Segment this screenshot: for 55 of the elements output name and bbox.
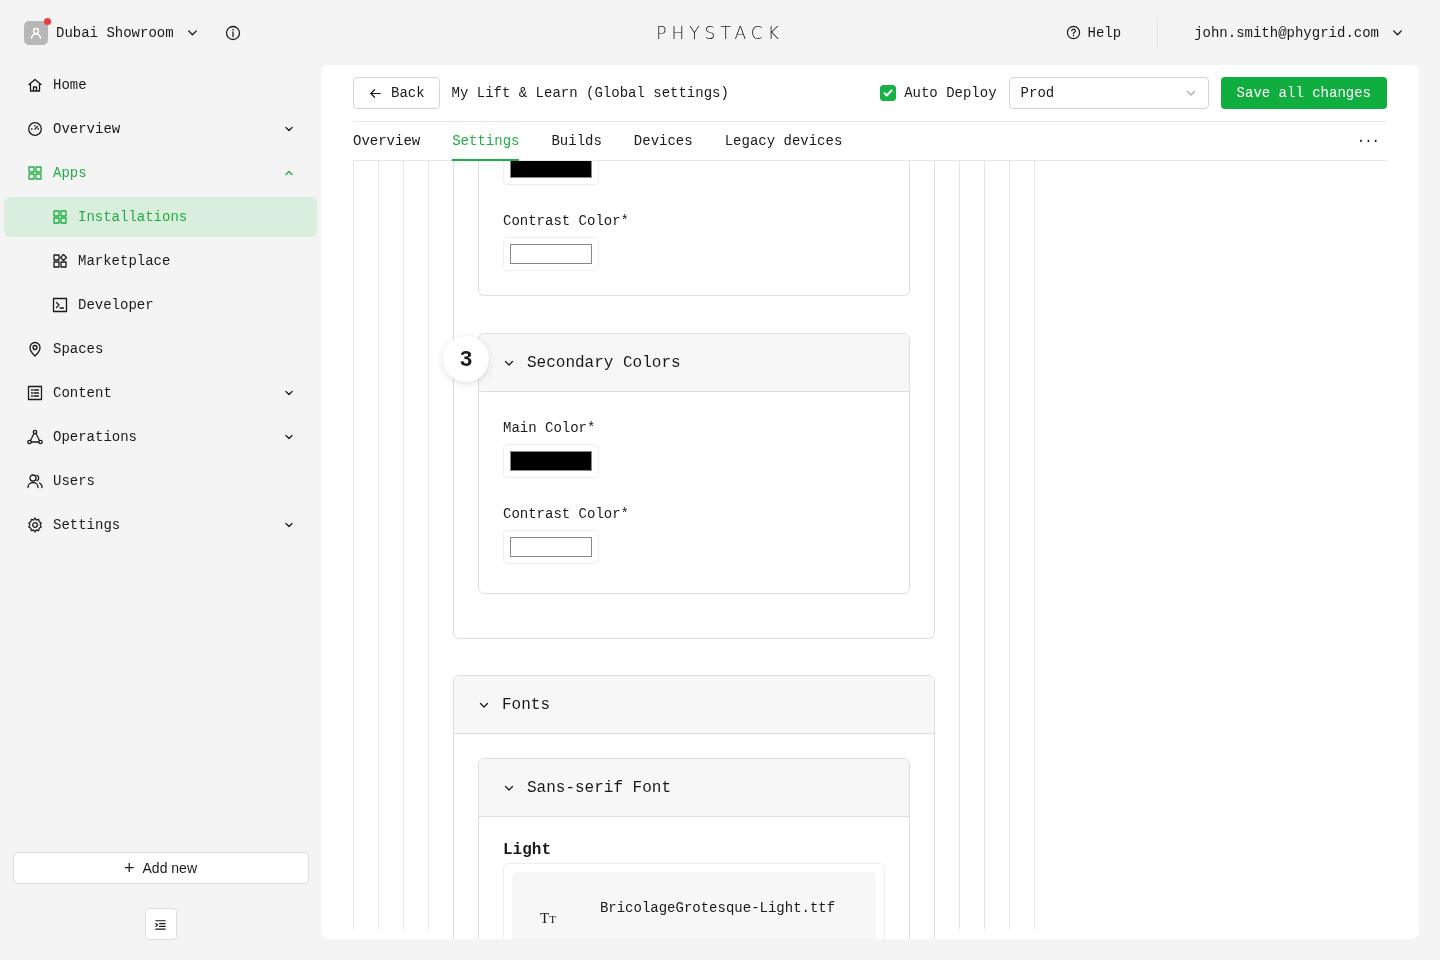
field-label: Contrast Color* [503,213,631,229]
section-header[interactable]: Fonts [454,676,934,734]
checkbox-label: Auto Deploy [904,85,997,101]
field-label: Contrast Color* [503,506,631,522]
check-icon [882,87,895,99]
shapes-icon [52,253,68,269]
nav-item[interactable]: Home [4,65,317,105]
terminal-icon [52,297,68,313]
nav-item[interactable]: Content [4,373,317,413]
checkbox[interactable] [880,85,897,101]
collapse-sidebar-button[interactable] [144,908,177,940]
field-label: Main Color* [503,420,597,436]
page-title: My Lift & Learn (Global settings) [451,85,729,101]
nav-item[interactable]: Overview [4,109,317,149]
pin-icon [27,341,43,357]
section-header[interactable]: Sans-serif Font [479,759,909,817]
nav-item[interactable]: Operations [4,417,317,457]
nodes-icon [27,429,43,445]
color-picker[interactable] [503,237,599,271]
color-picker[interactable] [503,161,599,185]
back-button[interactable]: Back [353,77,440,109]
home-icon [27,77,43,93]
tab[interactable]: Overview [353,122,421,161]
nav-item[interactable]: Users [4,461,317,501]
info-icon[interactable] [224,24,241,41]
step-badge: 3 [443,336,489,382]
list-icon [27,385,43,401]
more-button[interactable]: ··· [1348,122,1387,160]
workspace-selector[interactable]: Dubai Showroom [56,24,199,41]
help-button[interactable]: Help [1065,24,1122,41]
font-weight-label: Light [503,841,552,859]
help-icon [1065,25,1081,40]
settings-icon [27,517,43,533]
notification-dot [44,17,51,25]
logo: PHYSTACK [656,22,784,43]
gauge-icon [27,121,43,137]
grid-icon [52,209,68,225]
color-picker[interactable] [503,444,599,478]
add-new-button[interactable]: + Add new [12,852,309,884]
nav-item[interactable]: Developer [4,285,317,325]
user-menu[interactable]: john.smith@phygrid.com [1194,24,1404,41]
tab[interactable]: Devices [633,122,693,161]
environment-dropdown[interactable]: Prod [1008,77,1209,109]
workspace-avatar[interactable] [24,20,48,45]
tab[interactable]: Legacy devices [724,122,843,161]
nav-item[interactable]: Marketplace [4,241,317,281]
users-icon [27,473,43,489]
color-picker[interactable] [503,530,599,564]
font-icon: TT [540,910,556,927]
grid-icon [27,165,43,181]
nav-item[interactable]: Settings [4,505,317,545]
section-header[interactable]: Secondary Colors [479,334,909,392]
nav-item[interactable]: Spaces [4,329,317,369]
tab[interactable]: Builds [551,122,602,161]
font-file-card[interactable]: TT BricolageGrotesque-Light.ttf [512,872,876,939]
